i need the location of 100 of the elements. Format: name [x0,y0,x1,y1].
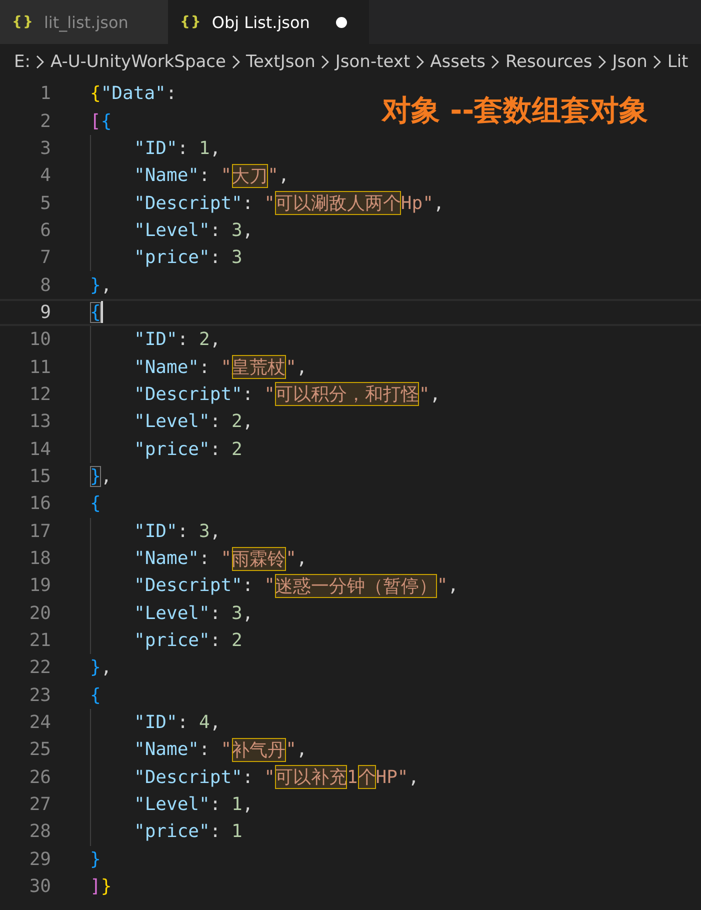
line-number: 17 [28,520,51,542]
punctuation: : [210,821,222,842]
json-string: Hp" [400,192,434,214]
line-number: 19 [28,575,51,596]
chevron-right-icon [414,55,426,69]
json-number: 1 [232,794,242,816]
breadcrumb-item[interactable]: TextJson [246,52,316,72]
line-number: 3 [39,138,51,159]
line-number: 6 [39,220,51,241]
breadcrumb-item[interactable]: Lit [667,52,688,72]
line-number: 12 [28,384,51,405]
line-number: 28 [28,821,51,842]
matched-bracket: { [90,302,101,323]
punctuation: : [166,83,177,104]
json-key: "Level" [134,794,210,816]
line-number: 1 [39,83,51,104]
json-key: "ID" [134,329,178,350]
punctuation: : [199,356,211,378]
line-number: 4 [39,165,51,186]
json-string: " [264,766,275,788]
json-key: "Name" [134,165,200,186]
punctuation: , [242,220,254,241]
punctuation: , [430,384,441,405]
editor-tab[interactable]: {} Obj List.json [168,0,369,44]
bracket: } [90,657,101,678]
punctuation: : [199,165,211,186]
json-number: 2 [232,630,242,652]
highlighted-text: 个 [358,765,376,790]
punctuation: : [210,794,222,816]
breadcrumb-item[interactable]: Json-text [335,52,410,72]
bracket: { [90,493,101,514]
annotation-text: 对象 --套数组套对象 [382,92,648,129]
json-number: 1 [199,138,210,159]
line-number: 24 [28,712,51,734]
chevron-right-icon [651,55,664,69]
json-string: " [264,575,275,596]
punctuation: , [210,329,221,350]
bracket: } [90,848,101,870]
punctuation: : [210,438,222,460]
punctuation: , [242,794,254,816]
json-key: "ID" [134,520,178,542]
json-string: " [436,575,448,596]
matched-bracket: } [90,466,101,487]
punctuation: , [210,138,221,159]
chevron-right-icon [230,55,242,69]
json-key: "Descript" [134,384,242,405]
editor-tab[interactable]: {} lit_list.json [0,0,168,44]
json-number: 2 [199,329,210,350]
punctuation: : [177,138,190,159]
json-number: 3 [232,220,242,241]
punctuation: : [242,384,254,405]
line-number: 21 [28,630,51,652]
json-number: 3 [199,520,210,542]
line-number: 23 [28,684,51,706]
punctuation: : [210,247,222,268]
line-number: 29 [28,848,51,870]
json-file-icon: {} [180,14,202,30]
bracket: { [90,83,101,104]
line-number: 18 [28,548,51,570]
bracket: { [100,110,112,132]
line-number: 27 [28,794,51,816]
line-number: 26 [28,766,51,788]
highlighted-text: 可以补充 [274,765,347,790]
json-number: 3 [232,247,242,268]
breadcrumb-item[interactable]: Resources [505,52,592,72]
json-string: " [286,356,296,378]
json-key: "Name" [134,356,200,378]
punctuation: , [448,575,459,596]
breadcrumb-item[interactable]: Json [612,52,648,72]
punctuation: : [199,739,211,760]
line-number: 30 [28,876,51,898]
text-cursor [100,301,103,324]
json-file-icon: {} [12,14,34,30]
json-key: "ID" [134,712,178,734]
json-string: " [220,165,232,186]
punctuation: , [242,602,254,624]
json-string: " [264,384,275,405]
highlighted-text: 可以积分，和打怪 [274,382,419,406]
punctuation: : [242,575,254,596]
punctuation: , [100,466,112,487]
json-string: " [220,356,232,378]
breadcrumb-item[interactable]: E: [14,52,30,72]
punctuation: : [177,712,190,734]
json-string: " [220,548,232,570]
punctuation: : [242,766,254,788]
json-string: " [268,165,278,186]
punctuation: , [296,356,308,378]
json-key: "Level" [134,220,210,241]
chevron-right-icon [489,55,502,69]
line-number: 13 [28,411,51,432]
breadcrumb-item[interactable]: Assets [430,52,486,72]
highlighted-text: 迷惑一分钟（暂停） [274,574,437,598]
line-number: 8 [39,274,51,296]
breadcrumb-item[interactable]: A-U-UnityWorkSpace [50,52,226,72]
json-string: " [418,384,430,405]
punctuation: : [210,602,222,624]
punctuation: , [296,548,308,570]
line-number: 9 [39,302,51,323]
json-key: "Descript" [134,192,242,214]
line-number: 25 [28,739,51,760]
